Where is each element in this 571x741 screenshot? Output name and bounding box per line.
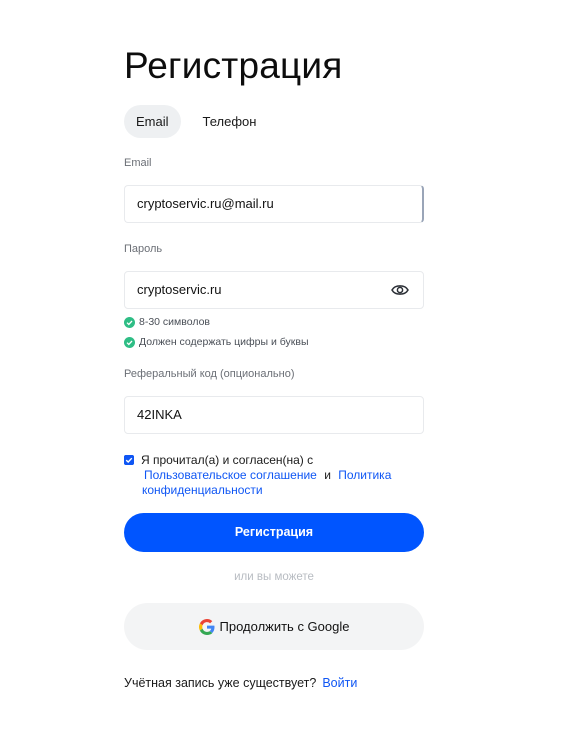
referral-value: 42INKA xyxy=(137,407,182,422)
check-circle-icon xyxy=(124,316,135,328)
login-prompt: Учётная запись уже существует? Войти xyxy=(124,676,357,690)
referral-code-field[interactable]: 42INKA xyxy=(124,396,424,434)
login-prompt-text: Учётная запись уже существует? xyxy=(124,676,317,690)
hint-text: 8-30 символов xyxy=(139,316,210,328)
password-value: cryptoservic.ru xyxy=(137,282,222,297)
tab-phone[interactable]: Телефон xyxy=(191,105,269,138)
check-circle-icon xyxy=(124,336,135,348)
hint-text: Должен содержать цифры и буквы xyxy=(139,336,309,348)
email-label: Email xyxy=(124,157,152,169)
terms-and: и xyxy=(324,468,331,482)
email-value: cryptoservic.ru@mail.ru xyxy=(137,196,274,211)
or-divider-text: или вы можете xyxy=(234,571,314,583)
google-label: Продолжить с Google xyxy=(219,619,350,634)
eye-icon[interactable] xyxy=(391,283,409,297)
referral-label: Реферальный код (опционально) xyxy=(124,368,295,380)
user-agreement-link[interactable]: Пользовательское соглашение xyxy=(144,468,317,482)
terms-checkbox[interactable] xyxy=(124,455,134,465)
password-hint-length: 8-30 символов xyxy=(124,315,210,329)
privacy-policy-link[interactable]: Политика xyxy=(338,468,391,482)
login-link[interactable]: Войти xyxy=(322,676,357,690)
terms-text: Я прочитал(а) и согласен(на) с xyxy=(141,453,314,467)
signup-method-tabs: Email Телефон xyxy=(124,105,268,138)
terms-line-2: Пользовательское соглашение и Политика xyxy=(144,468,391,483)
google-signin-button[interactable]: Продолжить с Google xyxy=(124,603,424,650)
password-label: Пароль xyxy=(124,243,163,255)
password-hint-chars: Должен содержать цифры и буквы xyxy=(124,335,309,349)
google-icon xyxy=(198,618,215,635)
tab-email[interactable]: Email xyxy=(124,105,181,138)
password-field[interactable]: cryptoservic.ru xyxy=(124,271,424,309)
privacy-policy-link-cont[interactable]: конфиденциальности xyxy=(142,483,263,498)
register-button[interactable]: Регистрация xyxy=(124,513,424,552)
page-title: Регистрация xyxy=(124,45,343,86)
email-field[interactable]: cryptoservic.ru@mail.ru xyxy=(124,185,424,223)
